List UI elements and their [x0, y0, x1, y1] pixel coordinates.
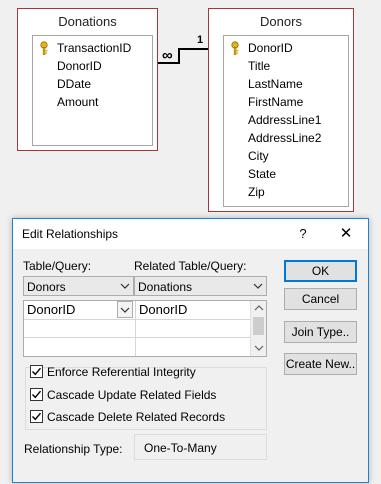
- donors-field-list: DonorID Title LastName FirstName Address…: [223, 35, 349, 207]
- field-ddate[interactable]: DDate: [57, 77, 91, 91]
- related-table-query-label: Related Table/Query:: [134, 259, 247, 273]
- donors-table-title: Donors: [260, 14, 302, 29]
- field-firstname[interactable]: FirstName: [248, 95, 303, 109]
- one-symbol: 1: [197, 34, 204, 46]
- field-title[interactable]: Title: [248, 59, 270, 73]
- table-query-label: Table/Query:: [23, 259, 92, 273]
- relationship-type-label: Relationship Type:: [24, 442, 123, 456]
- field-transactionid[interactable]: TransactionID: [57, 41, 131, 55]
- edit-relationships-dialog: Edit Relationships ? ✕ Table/Query: Rela…: [12, 218, 369, 483]
- chevron-down-icon: [253, 283, 263, 289]
- dialog-title: Edit Relationships: [22, 227, 119, 241]
- field-mapping-grid[interactable]: DonorID DonorID: [23, 300, 267, 357]
- chevron-down-icon: [120, 283, 130, 289]
- donors-table[interactable]: Donors DonorID Title LastName FirstName …: [208, 8, 354, 212]
- relationship-type-value: One-To-Many: [144, 441, 217, 455]
- field-donorid[interactable]: DonorID: [57, 59, 102, 73]
- join-type-button[interactable]: Join Type..: [284, 321, 357, 343]
- create-new-button[interactable]: Create New..: [284, 353, 357, 375]
- primary-key-icon: [40, 41, 48, 55]
- related-table-query-select[interactable]: Donations: [134, 276, 267, 296]
- grid-left-field[interactable]: DonorID: [27, 302, 75, 317]
- many-symbol: ∞: [162, 47, 173, 64]
- cascade-update-label: Cascade Update Related Fields: [47, 388, 217, 402]
- ok-button[interactable]: OK: [284, 260, 357, 282]
- related-table-query-value: Donations: [138, 280, 193, 294]
- grid-scrollbar[interactable]: [250, 301, 266, 356]
- donations-table-title: Donations: [58, 14, 117, 29]
- grid-right-field[interactable]: DonorID: [139, 302, 187, 317]
- enforce-integrity-label: Enforce Referential Integrity: [47, 365, 196, 379]
- checkbox-box[interactable]: [30, 365, 43, 378]
- field-zip[interactable]: Zip: [248, 185, 265, 199]
- field-city[interactable]: City: [248, 149, 269, 163]
- relationship-type-box: One-To-Many: [134, 434, 267, 460]
- field-addressline1[interactable]: AddressLine1: [248, 113, 321, 127]
- scrollbar-thumb[interactable]: [253, 317, 264, 335]
- table-query-select[interactable]: Donors: [23, 276, 134, 296]
- donations-table[interactable]: Donations TransactionID DonorID DDate Am…: [17, 8, 158, 151]
- field-donorid[interactable]: DonorID: [248, 41, 293, 55]
- relationships-diagram: Donations TransactionID DonorID DDate Am…: [0, 0, 381, 214]
- checkbox-box[interactable]: [30, 410, 43, 423]
- field-addressline2[interactable]: AddressLine2: [248, 131, 321, 145]
- checkbox-box[interactable]: [30, 388, 43, 401]
- donations-field-list: TransactionID DonorID DDate Amount: [32, 35, 153, 146]
- field-state[interactable]: State: [248, 167, 276, 181]
- checkmark-icon: [32, 390, 42, 399]
- grid-left-dropdown[interactable]: [117, 301, 133, 318]
- checkmark-icon: [32, 412, 42, 421]
- cancel-button[interactable]: Cancel: [284, 288, 357, 310]
- chevron-down-icon: [120, 307, 130, 313]
- close-button[interactable]: ✕: [334, 224, 358, 244]
- chevron-up-icon[interactable]: [251, 301, 267, 315]
- dialog-titlebar[interactable]: Edit Relationships ? ✕: [13, 219, 368, 249]
- primary-key-icon: [231, 41, 239, 55]
- table-query-value: Donors: [27, 280, 66, 294]
- field-amount[interactable]: Amount: [57, 95, 98, 109]
- chevron-down-icon[interactable]: [251, 341, 267, 355]
- cascade-delete-label: Cascade Delete Related Records: [47, 410, 226, 424]
- checkmark-icon: [32, 367, 42, 376]
- field-lastname[interactable]: LastName: [248, 77, 303, 91]
- help-button[interactable]: ?: [292, 224, 314, 244]
